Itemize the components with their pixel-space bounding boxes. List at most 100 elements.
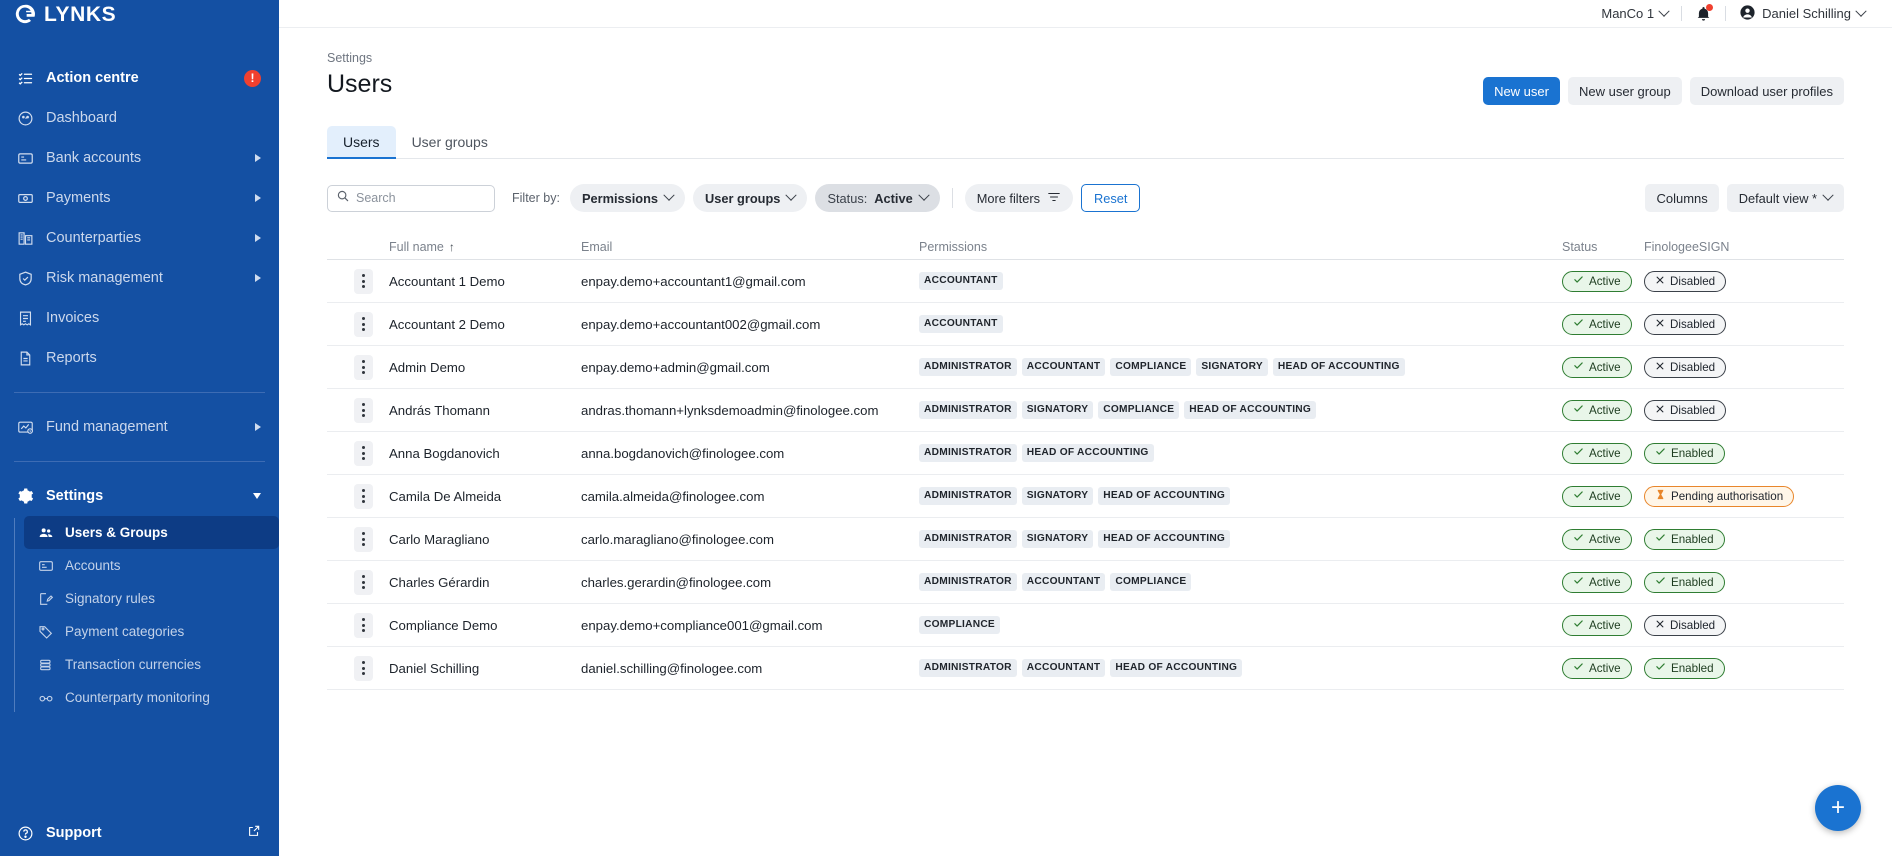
- sidebar-item-users-and-groups[interactable]: Users & Groups: [24, 516, 279, 549]
- table-row[interactable]: András Thomann andras.thomann+lynksdemoa…: [327, 389, 1844, 432]
- filter-user-groups[interactable]: User groups: [693, 184, 808, 212]
- sidebar-item-payment-categories[interactable]: Payment categories: [24, 615, 279, 648]
- sign-badge: Enabled: [1644, 442, 1725, 464]
- download-user-profiles-button[interactable]: Download user profiles: [1689, 77, 1844, 105]
- sidebar-item-label: Support: [46, 825, 102, 841]
- sidebar-item-action-centre[interactable]: Action centre !: [0, 58, 279, 98]
- breadcrumb[interactable]: Settings: [327, 28, 1844, 65]
- sidebar-item-counterparties[interactable]: Counterparties: [0, 218, 279, 258]
- columns-button[interactable]: Columns: [1645, 184, 1719, 212]
- cell-status: Active: [1562, 399, 1644, 421]
- sidebar-item-reports[interactable]: Reports: [0, 338, 279, 378]
- kebab-menu-icon[interactable]: [354, 569, 373, 595]
- cell-permissions: ADMINISTRATOR ACCOUNTANT COMPLIANCE SIGNATO…: [919, 358, 1562, 376]
- search-input[interactable]: [356, 191, 486, 205]
- tab-users[interactable]: Users: [327, 126, 396, 159]
- permission-badge: SIGNATORY: [1021, 487, 1094, 505]
- floating-add-button[interactable]: +: [1815, 785, 1861, 831]
- sidebar-item-settings[interactable]: Settings: [0, 476, 279, 516]
- filter-permissions[interactable]: Permissions: [569, 184, 686, 212]
- permission-badge: COMPLIANCE: [1110, 573, 1192, 591]
- cell-email: enpay.demo+compliance001@gmail.com: [581, 617, 823, 633]
- page-title: Users: [327, 70, 393, 98]
- sidebar-item-payments[interactable]: Payments: [0, 178, 279, 218]
- sidebar-item-fund-management[interactable]: $ Fund management: [0, 407, 279, 447]
- table-row[interactable]: Accountant 2 Demo enpay.demo+accountant0…: [327, 303, 1844, 346]
- sidebar-item-label: Transaction currencies: [65, 657, 202, 672]
- column-header-email[interactable]: Email: [581, 240, 919, 254]
- sidebar-item-accounts[interactable]: Accounts: [24, 549, 279, 582]
- reset-filters-button[interactable]: Reset: [1081, 184, 1141, 212]
- status-badge: Active: [1562, 485, 1632, 507]
- kebab-menu-icon[interactable]: [354, 440, 373, 466]
- kebab-menu-icon[interactable]: [354, 483, 373, 509]
- search-box[interactable]: [327, 184, 495, 212]
- notifications-button[interactable]: [1682, 0, 1725, 27]
- sidebar-item-bank-accounts[interactable]: Bank accounts: [0, 138, 279, 178]
- sidebar-item-label: Action centre: [46, 70, 139, 86]
- sidebar-item-signatory-rules[interactable]: Signatory rules: [24, 582, 279, 615]
- company-selector[interactable]: ManCo 1: [1588, 0, 1681, 27]
- sidebar-item-invoices[interactable]: Invoices: [0, 298, 279, 338]
- permission-badge: HEAD OF ACCOUNTING: [1184, 401, 1317, 419]
- new-user-group-button[interactable]: New user group: [1567, 77, 1682, 105]
- kebab-menu-icon[interactable]: [354, 268, 373, 294]
- column-header-status[interactable]: Status: [1562, 240, 1644, 254]
- cell-finologeesign: Enabled: [1644, 442, 1844, 464]
- column-header-full-name[interactable]: Full name ↑: [389, 240, 581, 254]
- sidebar-item-risk-management[interactable]: Risk management: [0, 258, 279, 298]
- sidebar-item-label: Invoices: [46, 310, 100, 326]
- kebab-menu-icon[interactable]: [354, 311, 373, 337]
- cell-full-name: Camila De Almeida: [389, 488, 502, 504]
- status-glyph-icon: [1573, 532, 1584, 546]
- table-row[interactable]: Daniel Schilling daniel.schilling@finolo…: [327, 647, 1844, 690]
- kebab-menu-icon[interactable]: [354, 397, 373, 423]
- table-row[interactable]: Carlo Maragliano carlo.maragliano@finolo…: [327, 518, 1844, 561]
- filter-status[interactable]: Status: Active: [815, 184, 940, 212]
- page-container: Settings Users New user New user group D…: [279, 28, 1892, 690]
- tag-icon: [36, 624, 56, 640]
- column-header-permissions[interactable]: Permissions: [919, 240, 1562, 254]
- table-row[interactable]: Compliance Demo enpay.demo+compliance001…: [327, 604, 1844, 647]
- more-filters-label: More filters: [976, 190, 1040, 206]
- sign-glyph-icon: [1655, 489, 1666, 503]
- sidebar-item-dashboard[interactable]: Dashboard: [0, 98, 279, 138]
- new-user-button[interactable]: New user: [1483, 77, 1560, 105]
- kebab-menu-icon[interactable]: [354, 354, 373, 380]
- table-row[interactable]: Camila De Almeida camila.almeida@finolog…: [327, 475, 1844, 518]
- cell-status: Active: [1562, 356, 1644, 378]
- action-centre-badge: !: [244, 69, 261, 87]
- view-selector[interactable]: Default view *: [1726, 184, 1844, 212]
- kebab-menu-icon[interactable]: [354, 612, 373, 638]
- permission-badge: ADMINISTRATOR: [919, 530, 1017, 548]
- status-label: Active: [1589, 661, 1621, 675]
- cell-full-name: Compliance Demo: [389, 617, 498, 633]
- sign-badge: Pending authorisation: [1644, 485, 1795, 507]
- table-row[interactable]: Accountant 1 Demo enpay.demo+accountant1…: [327, 260, 1844, 303]
- cell-full-name: Daniel Schilling: [389, 660, 480, 676]
- kebab-menu-icon[interactable]: [354, 526, 373, 552]
- sidebar-item-counterparty-monitoring[interactable]: Counterparty monitoring: [24, 681, 279, 714]
- cell-status: Active: [1562, 485, 1644, 507]
- cell-full-name: Carlo Maragliano: [389, 531, 490, 547]
- brand-logo[interactable]: LYNKS: [0, 0, 279, 28]
- sidebar-item-transaction-currencies[interactable]: Transaction currencies: [24, 648, 279, 681]
- table-row[interactable]: Admin Demo enpay.demo+admin@gmail.com AD…: [327, 346, 1844, 389]
- bell-icon: [1695, 4, 1714, 22]
- table-row[interactable]: Charles Gérardin charles.gerardin@finolo…: [327, 561, 1844, 604]
- chevron-down-icon: [785, 189, 798, 201]
- cell-status: Active: [1562, 270, 1644, 292]
- permission-badge: COMPLIANCE: [1098, 401, 1180, 419]
- user-menu[interactable]: Daniel Schilling: [1726, 0, 1878, 27]
- cell-finologeesign: Disabled: [1644, 614, 1844, 636]
- tab-user-groups[interactable]: User groups: [396, 126, 504, 158]
- table-row[interactable]: Anna Bogdanovich anna.bogdanovich@finolo…: [327, 432, 1844, 475]
- column-header-finologeesign[interactable]: FinologeeSIGN: [1644, 240, 1844, 254]
- sidebar-item-label: Bank accounts: [46, 150, 142, 166]
- more-filters-button[interactable]: More filters: [964, 184, 1073, 212]
- company-name: ManCo 1: [1601, 6, 1655, 21]
- status-label: Active: [1589, 489, 1621, 503]
- kebab-menu-icon[interactable]: [354, 655, 373, 681]
- row-menu-cell: [327, 311, 389, 337]
- sidebar-item-support[interactable]: Support: [0, 816, 279, 850]
